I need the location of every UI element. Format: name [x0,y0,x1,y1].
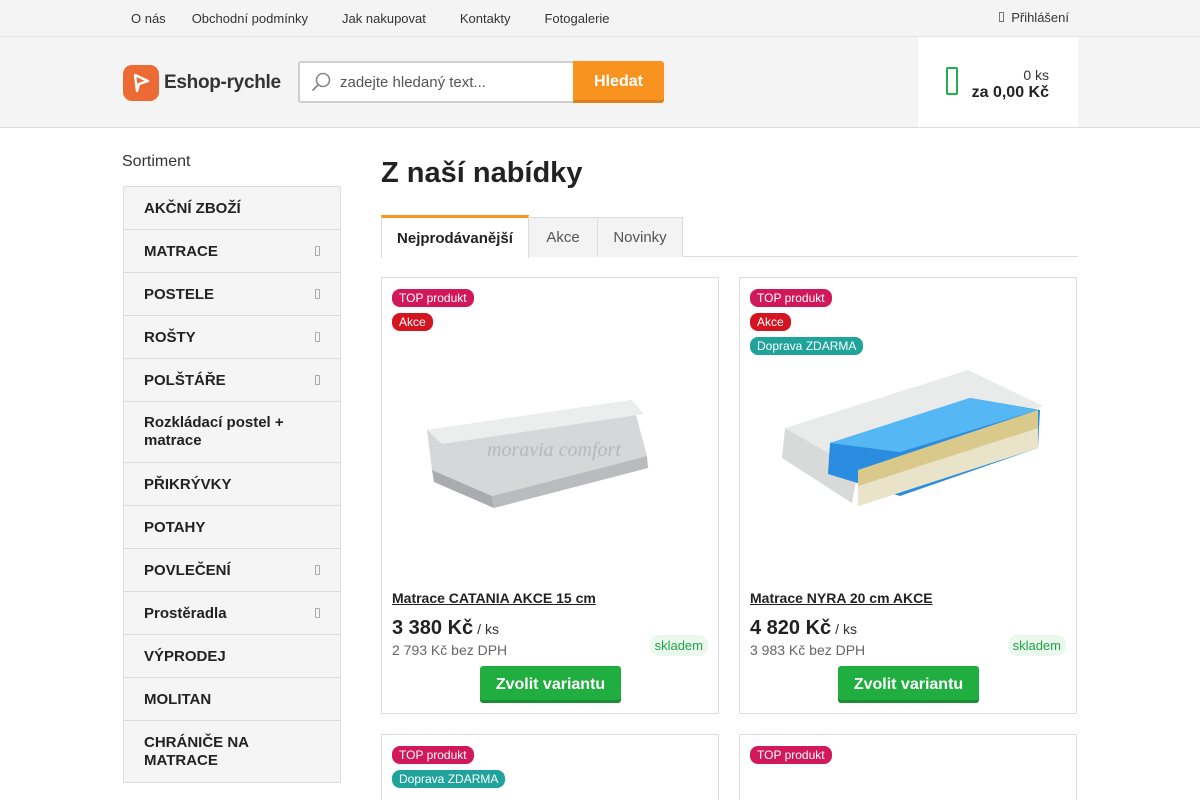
choose-variant-button[interactable]: Zvolit variantu [838,666,979,703]
price-value: 3 380 Kč [392,617,474,639]
sidebar-item-label: POTAHY [144,518,206,536]
sidebar-item-potahy[interactable]: POTAHY [124,506,340,549]
login-label: Přihlášení [1011,9,1069,25]
product-price: 4 820 Kč / ks [750,617,857,640]
search-bar: Hledat [298,61,664,103]
sidebar-item-label: MOLITAN [144,690,212,708]
sidebar-item-label: POSTELE [144,285,215,303]
stock-badge: skladem [649,635,708,656]
sidebar-item-label: ROŠTY [144,328,196,346]
logo-icon [123,65,159,101]
sidebar-item-rosty[interactable]: ROŠTY [124,316,340,359]
badge-top-product: TOP produkt [750,289,832,307]
top-navigation: O nás Obchodní podmínky Jak nakupovat Ko… [122,0,636,36]
login-link[interactable]: Přihlášení [999,0,1069,34]
page-title: Z naší nabídky [381,157,583,189]
badge-sale: Akce [750,313,791,331]
sidebar-item-molitan[interactable]: MOLITAN [124,678,340,721]
product-card[interactable]: TOP produkt Doprava ZDARMA [381,734,719,800]
sidebar-item-label: POLŠTÁŘE [144,371,226,389]
category-sidebar: AKČNÍ ZBOŽÍ MATRACE POSTELE ROŠTY POLŠTÁ… [123,186,341,783]
submenu-arrow-icon [315,375,320,385]
product-price: 3 380 Kč / ks [392,617,499,640]
submenu-arrow-icon [315,565,320,575]
product-image[interactable] [740,348,1078,568]
badge-free-shipping: Doprava ZDARMA [392,770,506,788]
search-icon [310,71,332,93]
tab-bestsellers[interactable]: Nejprodávanější [381,215,529,258]
product-name[interactable]: Matrace CATANIA AKCE 15 cm [392,590,596,606]
header: Eshop-rychle Hledat 0 ks za 0,00 Kč [0,37,1200,128]
sidebar-item-prikryvky[interactable]: PŘIKRÝVKY [124,463,340,506]
cart-icon [946,67,960,97]
search-field [298,61,573,103]
badge-list: TOP produkt [750,746,832,770]
sidebar-item-label: Prostěradla [144,604,227,622]
sidebar-item-postele[interactable]: POSTELE [124,273,340,316]
nav-link-gallery[interactable]: Fotogalerie [536,11,609,26]
sidebar-item-label: MATRACE [144,242,218,260]
search-button[interactable]: Hledat [573,61,664,103]
price-without-vat: 2 793 Kč bez DPH [392,642,508,658]
product-card[interactable]: TOP produkt Akce Doprava ZDARMA Matrace … [739,277,1077,714]
logo[interactable]: Eshop-rychle [123,65,281,101]
badge-top-product: TOP produkt [750,746,832,764]
nav-link-terms[interactable]: Obchodní podmínky [184,11,308,26]
submenu-arrow-icon [315,289,320,299]
nav-link-how-to-buy[interactable]: Jak nakupovat [334,11,426,26]
user-icon [999,12,1005,22]
badge-top-product: TOP produkt [392,746,474,764]
tab-novinky[interactable]: Novinky [597,217,683,257]
badge-list: TOP produkt Akce [392,289,474,337]
sidebar-item-label: POVLEČENÍ [144,561,231,579]
badge-list: TOP produkt Doprava ZDARMA [392,746,506,794]
badge-sale: Akce [392,313,433,331]
product-card[interactable]: TOP produkt [739,734,1077,800]
sidebar-item-polstare[interactable]: POLŠTÁŘE [124,359,340,402]
product-image[interactable]: moravia comfort [382,348,720,568]
stock-badge: skladem [1007,635,1066,656]
nav-link-about[interactable]: O nás [122,11,166,26]
price-without-vat: 3 983 Kč bez DPH [750,642,866,658]
sidebar-item-label: VÝPRODEJ [144,647,226,665]
top-bar: O nás Obchodní podmínky Jak nakupovat Ko… [0,0,1200,37]
sidebar-item-label: AKČNÍ ZBOŽÍ [144,199,241,217]
search-input[interactable] [340,73,560,91]
sidebar-item-povleceni[interactable]: POVLEČENÍ [124,549,340,592]
product-card[interactable]: TOP produkt Akce moravia comfort Matrace… [381,277,719,714]
choose-variant-button[interactable]: Zvolit variantu [480,666,621,703]
sidebar-title: Sortiment [122,153,191,170]
price-unit: / ks [477,621,499,637]
tab-akce[interactable]: Akce [528,217,598,257]
product-image-watermark: moravia comfort [487,439,621,461]
sidebar-item-matrace[interactable]: MATRACE [124,230,340,273]
price-value: 4 820 Kč [750,617,832,639]
sidebar-item-rozkladaci-postel[interactable]: Rozkládací postel + matrace [124,402,340,463]
submenu-arrow-icon [315,608,320,618]
cart[interactable]: 0 ks za 0,00 Kč [918,37,1078,127]
sidebar-item-label: Rozkládací postel + matrace [144,414,284,449]
cart-quantity: 0 ks [1023,67,1049,83]
sidebar-item-label: PŘIKRÝVKY [144,475,232,493]
sidebar-item-akcni-zbozi[interactable]: AKČNÍ ZBOŽÍ [124,187,340,230]
product-name[interactable]: Matrace NYRA 20 cm AKCE [750,590,933,606]
price-unit: / ks [835,621,857,637]
sidebar-item-label: CHRÁNIČE NA MATRACE [144,733,249,769]
logo-text: Eshop-rychle [164,72,281,93]
submenu-arrow-icon [315,332,320,342]
sidebar-item-prosteradla[interactable]: Prostěradla [124,592,340,635]
badge-top-product: TOP produkt [392,289,474,307]
sidebar-item-vyprodej[interactable]: VÝPRODEJ [124,635,340,678]
cart-total: za 0,00 Kč [971,84,1049,101]
sidebar-item-chranice[interactable]: CHRÁNIČE NA MATRACE [124,721,340,782]
product-tabs: Nejprodávanější Akce Novinky [381,215,1078,258]
nav-link-contacts[interactable]: Kontakty [452,11,511,26]
submenu-arrow-icon [315,246,320,256]
